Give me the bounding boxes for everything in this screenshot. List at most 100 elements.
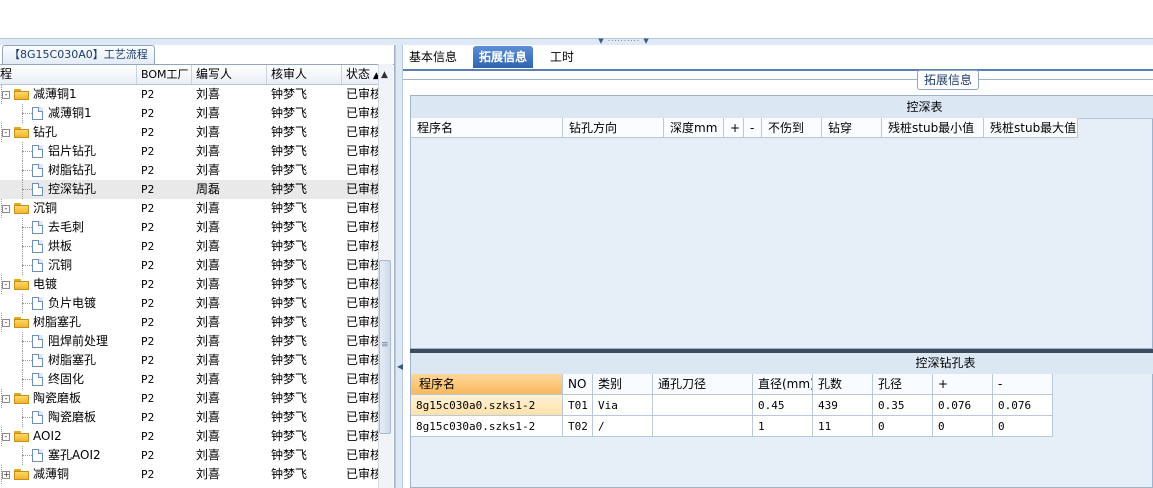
tree-item-row[interactable]: 终固化 P2 刘喜 钟梦飞 已审核 [0,370,378,389]
tree-item-row[interactable]: 控深钻孔 P2 周磊 钟梦飞 已审核 [0,180,378,199]
depth-table-column-header[interactable]: 深度mm [664,118,724,138]
tree-node[interactable]: 去毛刺 [32,218,84,237]
drill-table-cell[interactable]: / [593,416,653,437]
column-header-bom[interactable]: BOM工厂 [137,65,192,84]
drill-table-cell[interactable]: 0 [993,416,1053,437]
tab-basic-info[interactable]: 基本信息 [403,46,463,68]
drill-table-cell[interactable]: 439 [813,395,873,416]
drill-table-cell[interactable]: T02 [563,416,593,437]
tree-folder-row[interactable]: - 陶瓷磨板 P2 刘喜 钟梦飞 已审核 [0,389,378,408]
tree-folder-row[interactable]: - 钻孔 P2 刘喜 钟梦飞 已审核 [0,123,378,142]
status-cell: 已审核 [346,429,378,443]
folder-icon [14,279,29,290]
drill-table-cell[interactable]: T01 [563,395,593,416]
tree-folder-row[interactable]: - 树脂塞孔 P2 刘喜 钟梦飞 已审核 [0,313,378,332]
tree-item-row[interactable]: 树脂钻孔 P2 刘喜 钟梦飞 已审核 [0,161,378,180]
sort-ascending-icon[interactable]: ▲ [370,71,378,81]
drill-table-cell[interactable]: 0.45 [753,395,813,416]
column-header-process[interactable]: 程 [0,65,137,84]
collapse-icon[interactable]: - [2,280,10,289]
splitter-grip-icon[interactable]: ▼ ·········· ▼ [592,38,656,45]
drill-table-column-header[interactable]: 直径(mm) [753,374,813,395]
depth-table-column-header[interactable]: 不伤到 [762,118,822,138]
collapse-icon[interactable]: - [2,204,10,213]
drill-table-cell[interactable]: 0 [933,416,993,437]
tree-item-row[interactable]: 陶瓷磨板 P2 刘喜 钟梦飞 已审核 [0,408,378,427]
tree-folder-row[interactable]: - AOI2 P2 刘喜 钟梦飞 已审核 [0,427,378,446]
column-header-author[interactable]: 编写人 [192,65,267,84]
drill-table-column-header[interactable]: + [933,374,993,395]
tree-node[interactable]: 阻焊前处理 [32,332,108,351]
tree-node[interactable]: 树脂塞孔 [32,351,96,370]
drill-table-cell[interactable]: 8g15c030a0.szks1-2 [411,416,563,437]
vertical-splitter[interactable] [395,45,403,488]
depth-table-column-header[interactable]: - [744,118,762,138]
tree-node[interactable]: - 电镀 [2,275,57,294]
tree-node[interactable]: 负片电镀 [32,294,96,313]
tree-folder-row[interactable]: - 减薄铜1 P2 刘喜 钟梦飞 已审核 [0,85,378,104]
tree-node[interactable]: - 树脂塞孔 [2,313,81,332]
drill-table-cell[interactable]: 11 [813,416,873,437]
tree-folder-row[interactable]: - 电镀 P2 刘喜 钟梦飞 已审核 [0,275,378,294]
tree-node[interactable]: 沉铜 [32,256,72,275]
drill-table-cell[interactable]: 0.35 [873,395,933,416]
tree-node[interactable]: 树脂钻孔 [32,161,96,180]
drill-table-column-header[interactable]: 类别 [593,374,653,395]
tree-node[interactable]: 铝片钻孔 [32,142,96,161]
drill-table-cell[interactable]: Via [593,395,653,416]
tree-item-row[interactable]: 树脂塞孔 P2 刘喜 钟梦飞 已审核 [0,351,378,370]
tree-node[interactable]: 控深钻孔 [32,180,96,199]
tree-item-row[interactable]: 去毛刺 P2 刘喜 钟梦飞 已审核 [0,218,378,237]
tree-folder-row[interactable]: + 减薄铜 P2 刘喜 钟梦飞 已审核 [0,465,378,484]
drill-table-cell[interactable] [653,395,753,416]
drill-table-cell[interactable]: 0.076 [993,395,1053,416]
drill-table-cell[interactable]: 1 [753,416,813,437]
scroll-up-arrow-icon[interactable]: ▲ [381,70,388,80]
drill-table-column-header[interactable]: 孔径 [873,374,933,395]
tree-node[interactable]: 终固化 [32,370,84,389]
collapse-icon[interactable]: - [2,432,10,441]
tree-node[interactable]: 塞孔AOI2 [32,446,101,465]
drill-table-cell[interactable]: 8g15c030a0.szks1-2 [411,395,563,416]
tree-node[interactable]: - 钻孔 [2,123,57,142]
depth-table-column-header[interactable]: + [724,118,744,138]
depth-table-column-header[interactable]: 残桩stub最大值 [984,118,1078,138]
tree-node[interactable]: 烘板 [32,237,72,256]
collapse-icon[interactable]: - [2,394,10,403]
column-header-reviewer[interactable]: 核审人 [267,65,342,84]
collapse-icon[interactable]: - [2,90,10,99]
tree-node[interactable]: 陶瓷磨板 [32,408,96,427]
tree-item-row[interactable]: 减薄铜1 P2 刘喜 钟梦飞 已审核 [0,104,378,123]
tree-node[interactable]: - AOI2 [2,427,62,446]
tree-item-row[interactable]: 阻焊前处理 P2 刘喜 钟梦飞 已审核 [0,332,378,351]
tree-node[interactable]: - 陶瓷磨板 [2,389,81,408]
drill-table-cell[interactable] [653,416,753,437]
depth-table-column-header[interactable]: 钻孔方向 [563,118,664,138]
tree-node[interactable]: + 减薄铜 [2,465,69,484]
collapse-icon[interactable]: - [2,128,10,137]
drill-table-cell[interactable]: 0 [873,416,933,437]
tree-item-row[interactable]: 烘板 P2 刘喜 钟梦飞 已审核 [0,237,378,256]
drill-table-column-header[interactable]: 孔数 [813,374,873,395]
tree-item-row[interactable]: 塞孔AOI2 P2 刘喜 钟梦飞 已审核 [0,446,378,465]
tree-node[interactable]: - 减薄铜1 [2,85,77,104]
drill-table-column-header[interactable]: NO [563,374,593,395]
tree-node[interactable]: - 沉铜 [2,199,57,218]
tree-item-row[interactable]: 负片电镀 P2 刘喜 钟梦飞 已审核 [0,294,378,313]
column-header-status[interactable]: 状态 ▲ [342,65,378,84]
collapse-icon[interactable]: - [2,318,10,327]
tree-folder-row[interactable]: - 沉铜 P2 刘喜 钟梦飞 已审核 [0,199,378,218]
drill-table-column-header[interactable]: - [993,374,1053,395]
depth-table-column-header[interactable]: 程序名 [411,118,563,138]
tree-item-row[interactable]: 铝片钻孔 P2 刘喜 钟梦飞 已审核 [0,142,378,161]
drill-table-cell[interactable]: 0.076 [933,395,993,416]
tree-node[interactable]: 减薄铜1 [32,104,92,123]
drill-table-column-header[interactable]: 程序名 [411,374,563,395]
depth-table-column-header[interactable]: 残桩stub最小值 [882,118,984,138]
tree-item-row[interactable]: 沉铜 P2 刘喜 钟梦飞 已审核 [0,256,378,275]
expand-icon[interactable]: + [2,470,10,479]
tab-work-hours[interactable]: 工时 [544,46,580,68]
drill-table-column-header[interactable]: 通孔刀径 [653,374,753,395]
tab-extended-info[interactable]: 拓展信息 [473,46,534,68]
depth-table-column-header[interactable]: 钻穿 [822,118,882,138]
